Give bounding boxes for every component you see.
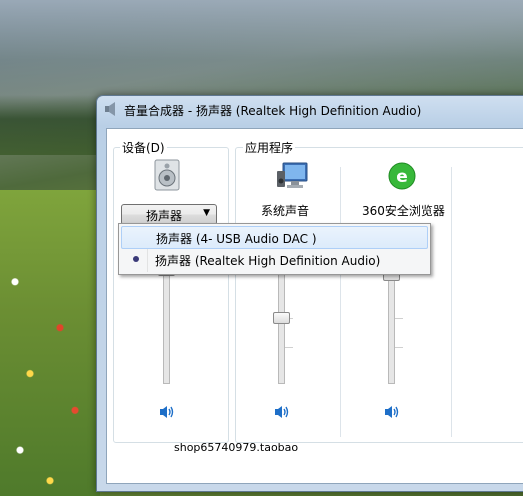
chevron-down-icon: ▼ [203,208,210,218]
mixer-client-area: 设备(D) 应用程序 e 系统声音 360安全浏览器 [106,128,523,484]
device-group-label: 设备(D) [120,139,167,156]
speaker-title-icon [105,102,115,116]
menu-item-usb-dac[interactable]: 扬声器 (4- USB Audio DAC ) [121,226,428,249]
menu-item-label: 扬声器 (4- USB Audio DAC ) [156,232,317,246]
column-divider [340,167,341,437]
device-select-button[interactable]: 扬声器 ▼ [121,204,217,225]
speaker-volume-icon[interactable] [384,405,400,419]
wallpaper-flowers [0,190,100,496]
device-group-box [113,147,229,443]
monitor-speaker-icon [277,162,308,188]
device-dropdown-menu: 扬声器 (4- USB Audio DAC ) 扬声器 (Realtek Hig… [118,223,431,275]
menu-item-label: 扬声器 (Realtek High Definition Audio) [155,254,381,268]
app-label-360-browser: 360安全浏览器 [362,204,445,218]
speaker-volume-icon[interactable] [274,405,290,419]
window-title: 音量合成器 - 扬声器 (Realtek High Definition Aud… [124,104,422,118]
app-label-system-sounds: 系统声音 [261,204,310,218]
wallpaper-trees [0,95,100,155]
slider-tick [285,347,293,348]
speaker-device-icon [154,159,180,191]
device-volume-track[interactable] [163,264,170,384]
speaker-volume-icon[interactable] [159,405,175,419]
menu-item-realtek[interactable]: 扬声器 (Realtek High Definition Audio) [121,249,426,270]
radio-dot-icon [133,256,139,262]
slider-tick [395,347,403,348]
360-browser-icon: e [388,162,416,190]
slider-tick [395,318,403,319]
system-sounds-volume-thumb[interactable] [273,312,290,324]
system-sounds-volume-track[interactable] [278,269,285,384]
browser-volume-track[interactable] [388,269,395,384]
watermark-text: shop65740979.taobao [174,441,299,454]
device-select-label: 扬声器 [146,209,183,223]
title-bar[interactable]: 音量合成器 - 扬声器 (Realtek High Definition Aud… [97,96,523,122]
svg-text:e: e [396,167,408,187]
apps-group-label: 应用程序 [243,139,296,156]
volume-mixer-window: 音量合成器 - 扬声器 (Realtek High Definition Aud… [96,95,523,492]
column-divider [451,167,452,437]
